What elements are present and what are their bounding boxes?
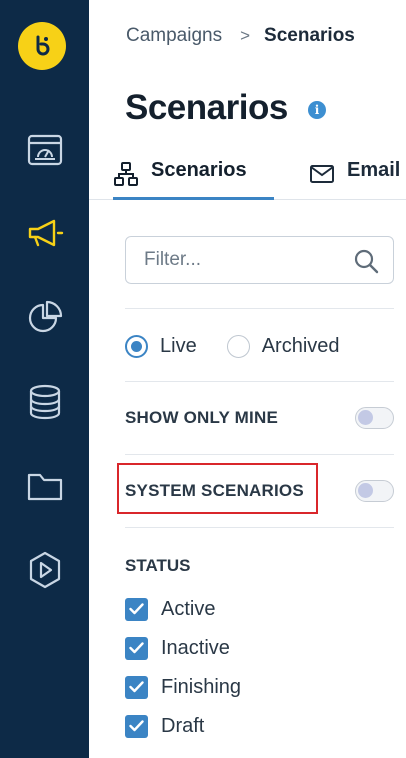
radio-archived[interactable]	[226, 334, 250, 358]
radio-archived-label[interactable]: Archived	[262, 335, 340, 358]
breadcrumb: Campaigns > Scenarios	[126, 23, 355, 49]
status-checkbox-row: Active	[125, 596, 215, 622]
tab-bar: Scenarios Email	[89, 150, 406, 200]
play-hexagon-icon	[29, 551, 60, 589]
status-active-label[interactable]: Active	[161, 598, 215, 621]
divider	[125, 308, 394, 309]
nav-item-campaigns[interactable]	[0, 203, 89, 263]
status-checkbox-row: Finishing	[125, 674, 241, 700]
nav-item-files[interactable]	[0, 456, 89, 516]
nav-item-analytics[interactable]	[0, 288, 89, 348]
checkmark-icon	[129, 603, 144, 615]
tab-scenarios[interactable]: Scenarios	[113, 150, 274, 200]
status-heading: STATUS	[125, 556, 191, 575]
status-inactive-label[interactable]: Inactive	[161, 637, 230, 660]
radio-live[interactable]	[125, 334, 148, 358]
system-scenarios-toggle[interactable]	[355, 480, 394, 502]
show-only-mine-toggle[interactable]	[355, 407, 394, 429]
breadcrumb-separator-icon: >	[240, 26, 251, 45]
hierarchy-icon	[114, 162, 138, 186]
checkmark-icon	[129, 681, 144, 693]
divider	[125, 454, 394, 455]
tab-scenarios-label: Scenarios	[151, 159, 247, 181]
state-radio-group: Live Archived	[125, 333, 340, 359]
envelope-icon	[310, 165, 334, 183]
pie-chart-icon	[28, 300, 62, 333]
breadcrumb-campaigns-link[interactable]: Campaigns	[126, 25, 222, 47]
annotation-highlight-box	[117, 463, 318, 514]
nav-item-dashboard[interactable]	[0, 120, 89, 180]
megaphone-icon	[28, 219, 63, 247]
tab-email-label: Email	[347, 159, 401, 181]
nav-item-media[interactable]	[0, 540, 89, 600]
dashboard-icon	[27, 134, 62, 166]
divider	[125, 381, 394, 382]
breadcrumb-current: Scenarios	[264, 25, 355, 46]
show-only-mine-row: SHOW ONLY MINE	[125, 405, 394, 431]
status-draft-label[interactable]: Draft	[161, 715, 204, 738]
divider	[125, 527, 394, 528]
status-draft-checkbox[interactable]	[125, 714, 148, 738]
status-finishing-label[interactable]: Finishing	[161, 676, 241, 699]
checkmark-icon	[129, 642, 144, 654]
page-title: Scenarios	[125, 88, 288, 127]
status-checkbox-row: Inactive	[125, 635, 230, 661]
status-finishing-checkbox[interactable]	[125, 675, 148, 699]
search-icon[interactable]	[353, 248, 379, 274]
nav-rail	[0, 0, 89, 758]
radio-live-label[interactable]: Live	[160, 335, 197, 358]
status-active-checkbox[interactable]	[125, 597, 148, 621]
show-only-mine-label: SHOW ONLY MINE	[125, 408, 278, 427]
folder-icon	[27, 473, 62, 501]
main-panel: Campaigns > Scenarios Scenarios i Scenar…	[89, 0, 406, 758]
filter-input[interactable]	[126, 237, 346, 283]
database-icon	[29, 384, 60, 420]
nav-item-data[interactable]	[0, 372, 89, 432]
filter-box	[125, 236, 394, 284]
status-checkbox-row: Draft	[125, 713, 204, 739]
status-inactive-checkbox[interactable]	[125, 636, 148, 660]
checkmark-icon	[129, 720, 144, 732]
info-icon[interactable]: i	[308, 101, 326, 119]
brand-logo-icon[interactable]	[18, 22, 66, 70]
tab-email[interactable]: Email	[309, 150, 400, 200]
